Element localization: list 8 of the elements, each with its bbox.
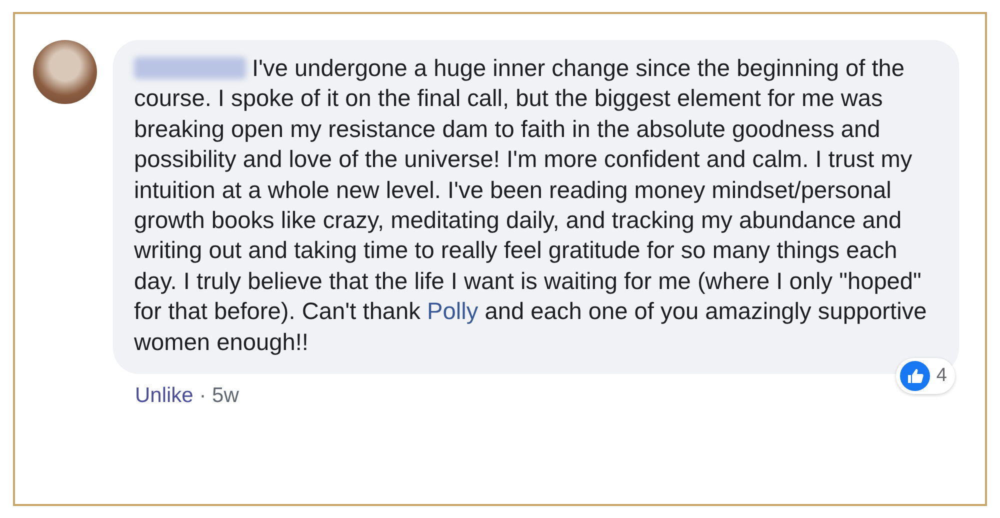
unlike-link[interactable]: Unlike xyxy=(135,384,194,408)
comment-time: 5w xyxy=(212,384,239,408)
reaction-pill[interactable]: 4 xyxy=(896,358,955,394)
mention-link[interactable]: Polly xyxy=(427,299,478,326)
reaction-count: 4 xyxy=(936,364,947,388)
separator-dot: · xyxy=(199,384,206,408)
comment-text: I've undergone a huge inner change since the beginning of the course. I spoke of it on the final call, but the biggest element for me was breaking open my resistance dam to faith in the absolute goodness and possibility and love of the universe! I'm more confident and calm. I trust my intuition at a whole new level. I've been reading money mindset/personal growth books like crazy, meditating daily, and tracking my abundance and writing out and taking time to really feel gratitude for so many things each day. I truly believe that the life I want is waiting for me (where I only "hoped" for that before). Can't thank Polly and each one of you amazingly supportive women enough!! xyxy=(134,55,928,358)
like-icon xyxy=(900,361,930,392)
